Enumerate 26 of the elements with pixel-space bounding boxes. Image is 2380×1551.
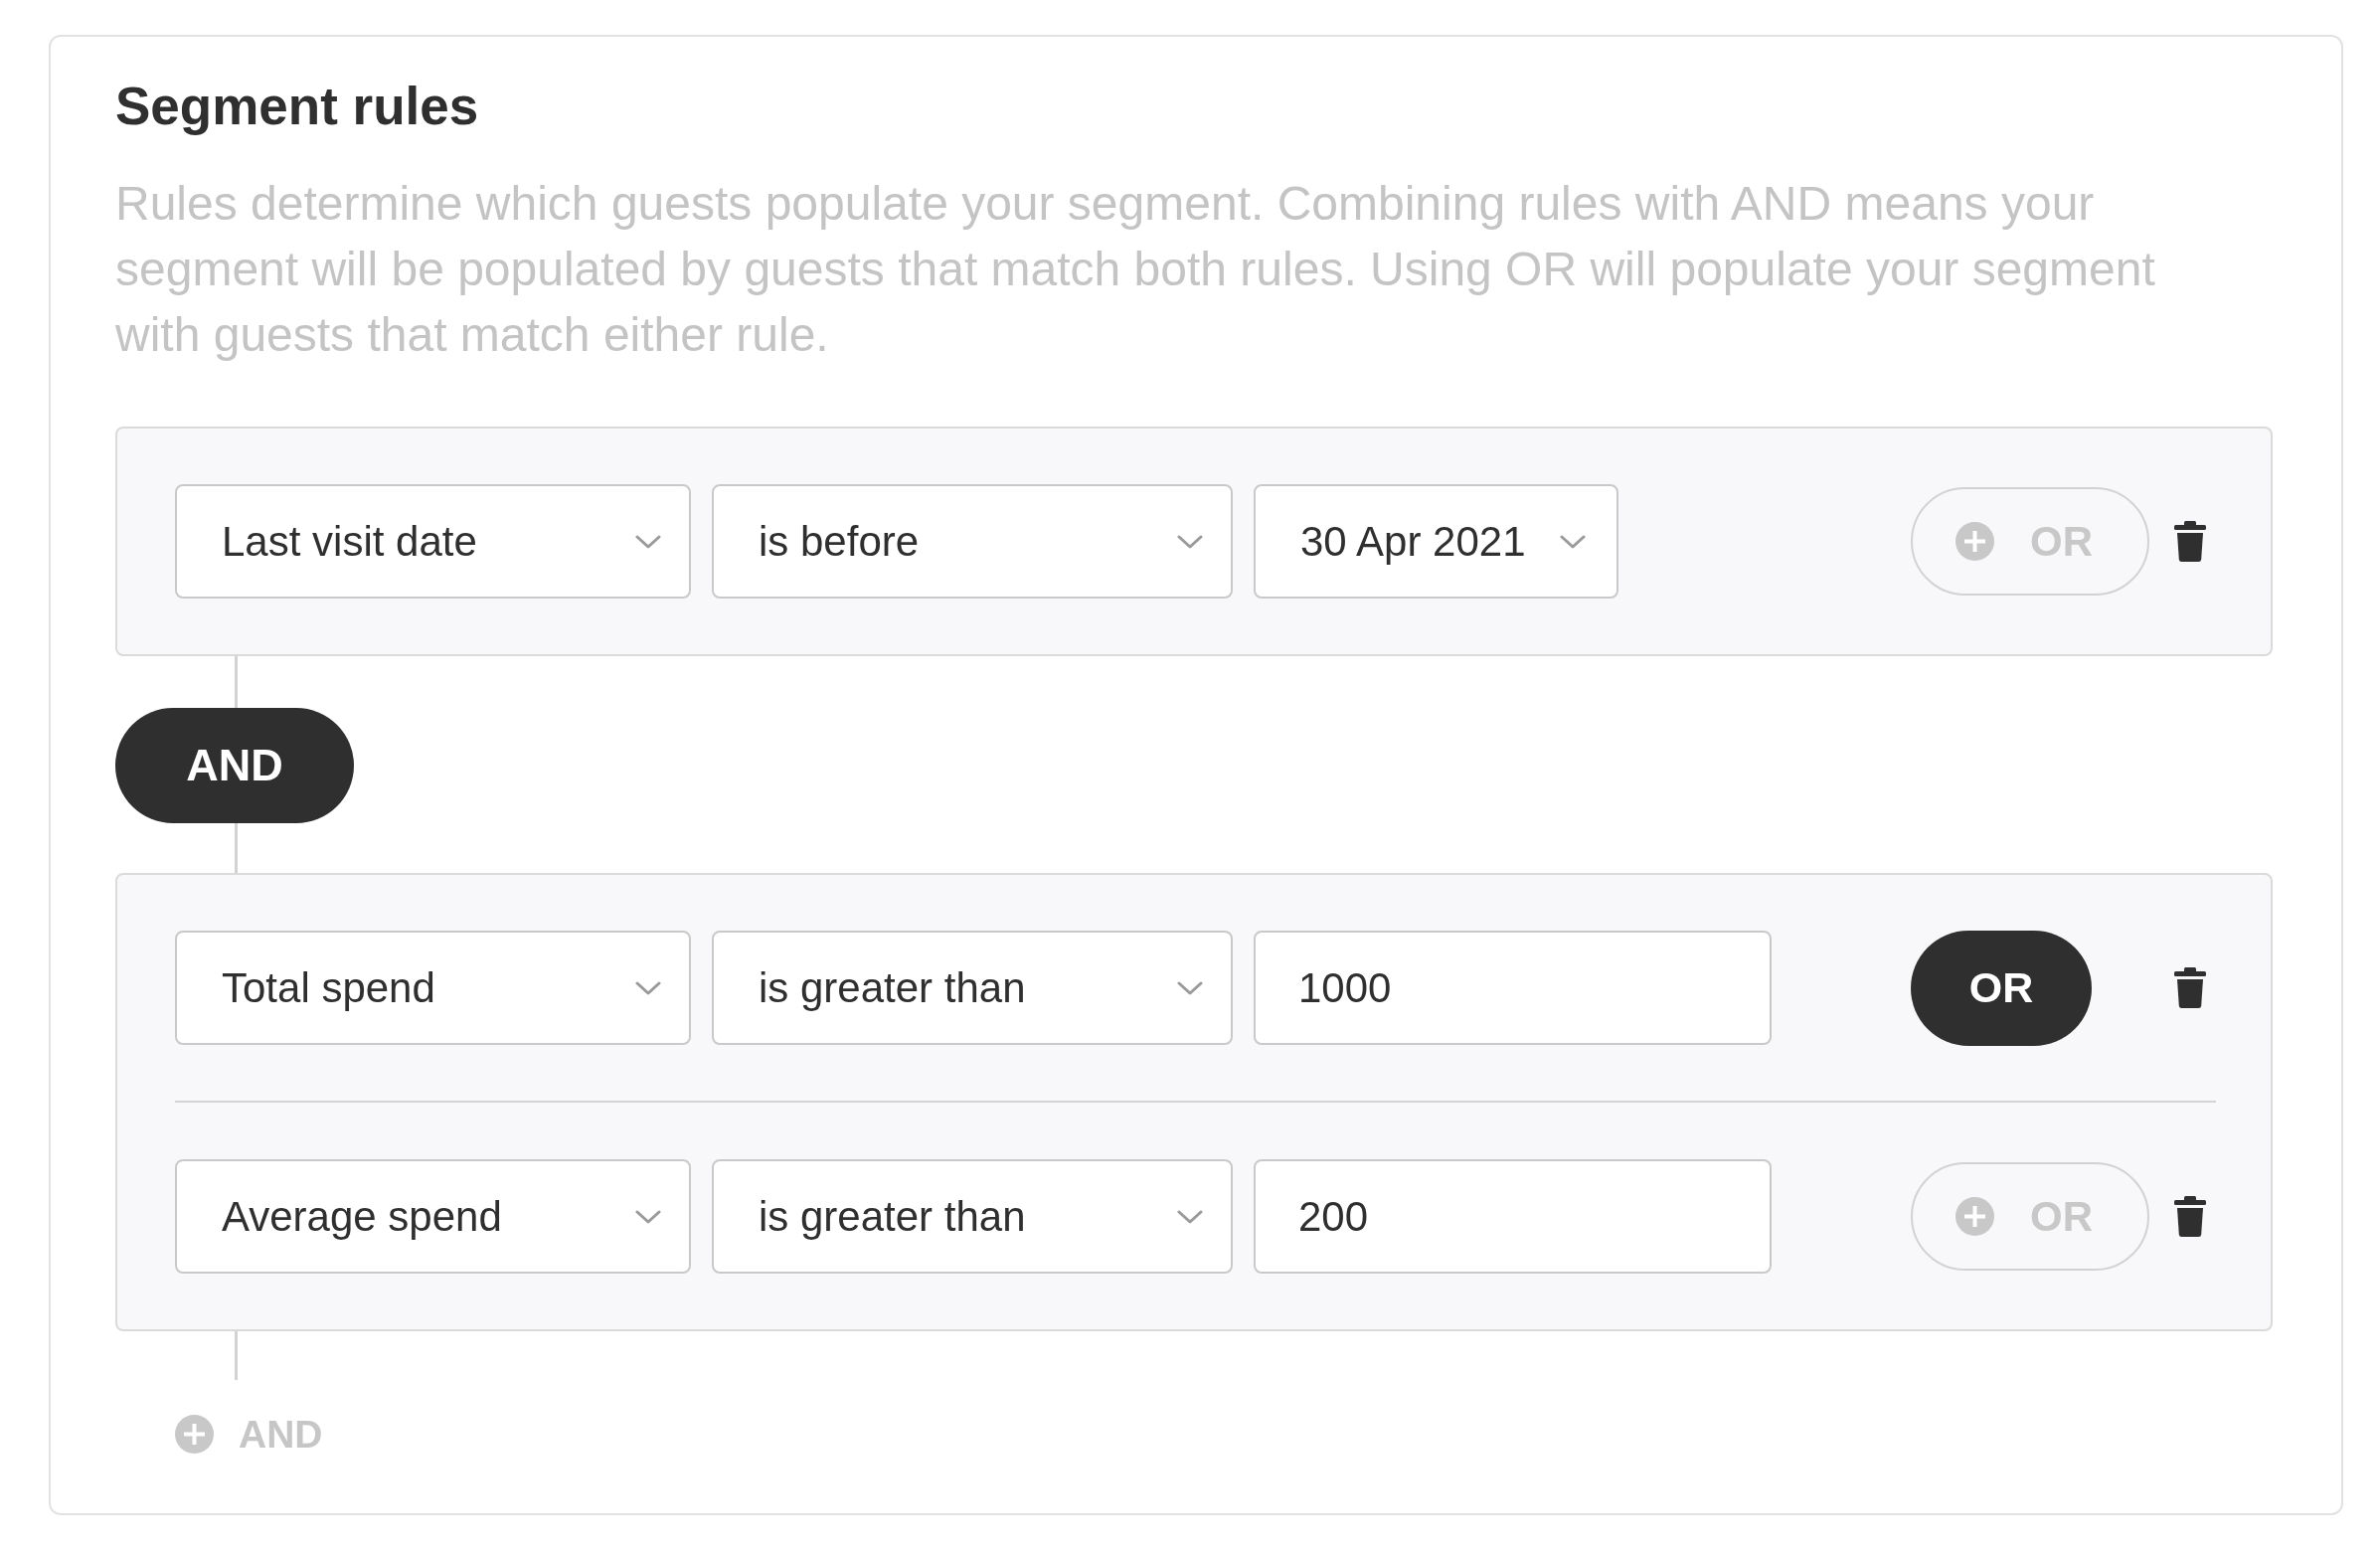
value-input[interactable]: 1000 bbox=[1254, 931, 1772, 1045]
operator-dropdown[interactable]: is greater than bbox=[712, 1159, 1233, 1274]
plus-circle-icon bbox=[175, 1415, 214, 1454]
value-dropdown[interactable]: 30 Apr 2021 bbox=[1254, 484, 1618, 599]
trash-icon[interactable] bbox=[2174, 1196, 2206, 1237]
operator-dropdown[interactable]: is before bbox=[712, 484, 1233, 599]
section-title: Segment rules bbox=[115, 76, 480, 137]
field-dropdown[interactable]: Average spend bbox=[175, 1159, 691, 1274]
field-dropdown[interactable]: Total spend bbox=[175, 931, 691, 1045]
chevron-down-icon bbox=[635, 534, 661, 549]
chevron-down-icon bbox=[1177, 1209, 1203, 1224]
plus-circle-icon bbox=[1955, 522, 1994, 561]
trash-icon[interactable] bbox=[2174, 967, 2206, 1008]
chevron-down-icon bbox=[1560, 534, 1586, 549]
or-toggle[interactable]: OR bbox=[1911, 930, 2092, 1046]
operator-dropdown[interactable]: is greater than bbox=[712, 931, 1233, 1045]
value-input[interactable]: 200 bbox=[1254, 1159, 1772, 1274]
chevron-down-icon bbox=[1177, 534, 1203, 549]
chevron-down-icon bbox=[635, 1209, 661, 1224]
chevron-down-icon bbox=[635, 980, 661, 995]
chevron-down-icon bbox=[1177, 980, 1203, 995]
section-description: Rules determine which guests populate your segment. Combining rules with AND means your segment will be populated by guests that match both rules. Using OR will populate your segment with guests that match either rule. bbox=[115, 176, 2156, 363]
field-dropdown[interactable]: Last visit date bbox=[175, 484, 691, 599]
and-toggle[interactable]: AND bbox=[115, 708, 354, 823]
plus-circle-icon bbox=[1955, 1197, 1994, 1236]
trash-icon[interactable] bbox=[2174, 521, 2206, 562]
